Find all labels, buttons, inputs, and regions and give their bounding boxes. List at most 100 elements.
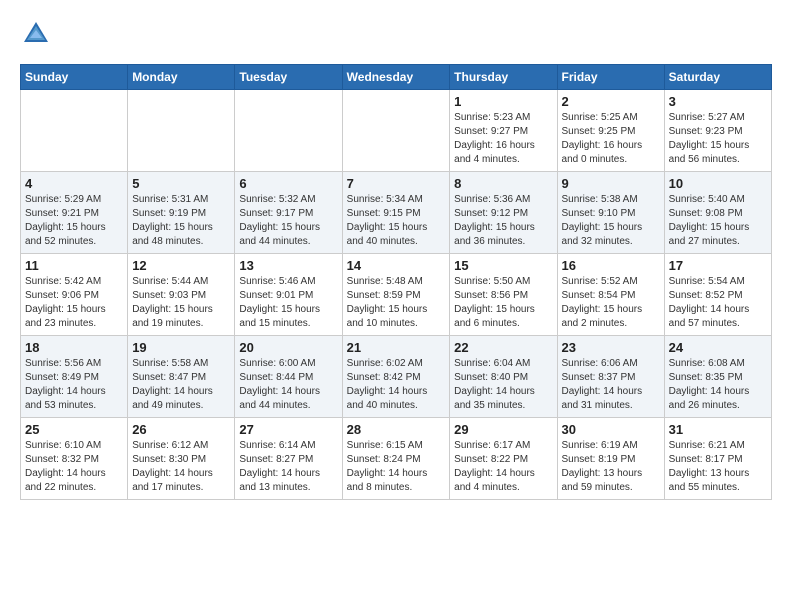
calendar-cell: 5Sunrise: 5:31 AM Sunset: 9:19 PM Daylig…: [128, 172, 235, 254]
day-number: 29: [454, 422, 552, 437]
calendar-week-5: 25Sunrise: 6:10 AM Sunset: 8:32 PM Dayli…: [21, 418, 772, 500]
day-number: 9: [562, 176, 660, 191]
day-number: 27: [239, 422, 337, 437]
day-number: 10: [669, 176, 767, 191]
weekday-header-friday: Friday: [557, 65, 664, 90]
calendar-cell: 9 Sunrise: 5:38 AM Sunset: 9:10 PM Daylig…: [557, 172, 664, 254]
day-number: 24: [669, 340, 767, 355]
day-number: 20: [239, 340, 337, 355]
day-number: 6: [239, 176, 337, 191]
day-info: Sunrise: 6:15 AM Sunset: 8:24 PM Dayligh…: [347, 439, 446, 495]
day-info: Sunrise: 6:12 AM Sunset: 8:30 PM Dayligh…: [132, 439, 230, 495]
day-info: Sunrise: 5:25 AM Sunset: 9:25 PM Dayligh…: [562, 111, 660, 167]
calendar-cell: 11 Sunrise: 5:42 AM Sunset: 9:06 PM Dayli…: [21, 254, 128, 336]
calendar-cell: 31 Sunrise: 6:21 AM Sunset: 8:17 PM Dayli…: [664, 418, 771, 500]
day-number: 16: [562, 258, 660, 273]
logo: [20, 20, 50, 48]
weekday-header-sunday: Sunday: [21, 65, 128, 90]
calendar-cell: [235, 90, 342, 172]
day-number: 26: [132, 422, 230, 437]
day-info: Sunrise: 5:34 AM Sunset: 9:15 PM Dayligh…: [347, 193, 446, 249]
calendar-cell: 27 Sunrise: 6:14 AM Sunset: 8:27 PM Dayli…: [235, 418, 342, 500]
day-info: Sunrise: 5:42 AM Sunset: 9:06 PM Dayligh…: [25, 275, 123, 331]
day-number: 18: [25, 340, 123, 355]
calendar-cell: 2 Sunrise: 5:25 AM Sunset: 9:25 PM Daylig…: [557, 90, 664, 172]
calendar-cell: 1 Sunrise: 5:23 AM Sunset: 9:27 PM Daylig…: [450, 90, 557, 172]
day-info: Sunrise: 5:48 AM Sunset: 8:59 PM Dayligh…: [347, 275, 446, 331]
calendar-cell: 7 Sunrise: 5:34 AM Sunset: 9:15 PM Daylig…: [342, 172, 450, 254]
calendar-cell: 22 Sunrise: 6:04 AM Sunset: 8:40 PM Dayli…: [450, 336, 557, 418]
day-info: Sunrise: 5:29 AM Sunset: 9:21 PM Dayligh…: [25, 193, 123, 249]
day-info: Sunrise: 6:21 AM Sunset: 8:17 PM Dayligh…: [669, 439, 767, 495]
page-header: [20, 20, 772, 48]
day-info: Sunrise: 6:08 AM Sunset: 8:35 PM Dayligh…: [669, 357, 767, 413]
calendar-cell: 25Sunrise: 6:10 AM Sunset: 8:32 PM Dayli…: [21, 418, 128, 500]
day-info: Sunrise: 5:58 AM Sunset: 8:47 PM Dayligh…: [132, 357, 230, 413]
calendar-cell: 3Sunrise: 5:27 AM Sunset: 9:23 PM Daylig…: [664, 90, 771, 172]
day-info: Sunrise: 6:14 AM Sunset: 8:27 PM Dayligh…: [239, 439, 337, 495]
day-info: Sunrise: 5:38 AM Sunset: 9:10 PM Dayligh…: [562, 193, 660, 249]
logo-icon: [22, 20, 50, 48]
day-number: 14: [347, 258, 446, 273]
calendar-cell: [342, 90, 450, 172]
weekday-header-monday: Monday: [128, 65, 235, 90]
calendar-cell: 24 Sunrise: 6:08 AM Sunset: 8:35 PM Dayli…: [664, 336, 771, 418]
calendar-header-row: SundayMondayTuesdayWednesdayThursdayFrid…: [21, 65, 772, 90]
day-number: 13: [239, 258, 337, 273]
day-number: 15: [454, 258, 552, 273]
calendar-cell: 23Sunrise: 6:06 AM Sunset: 8:37 PM Dayli…: [557, 336, 664, 418]
day-info: Sunrise: 5:44 AM Sunset: 9:03 PM Dayligh…: [132, 275, 230, 331]
calendar-cell: 18 Sunrise: 5:56 AM Sunset: 8:49 PM Dayli…: [21, 336, 128, 418]
day-info: Sunrise: 5:40 AM Sunset: 9:08 PM Dayligh…: [669, 193, 767, 249]
day-number: 11: [25, 258, 123, 273]
day-info: Sunrise: 6:00 AM Sunset: 8:44 PM Dayligh…: [239, 357, 337, 413]
calendar-cell: 21Sunrise: 6:02 AM Sunset: 8:42 PM Dayli…: [342, 336, 450, 418]
day-info: Sunrise: 5:56 AM Sunset: 8:49 PM Dayligh…: [25, 357, 123, 413]
calendar-week-4: 18 Sunrise: 5:56 AM Sunset: 8:49 PM Dayli…: [21, 336, 772, 418]
day-info: Sunrise: 6:04 AM Sunset: 8:40 PM Dayligh…: [454, 357, 552, 413]
calendar-cell: 14 Sunrise: 5:48 AM Sunset: 8:59 PM Dayli…: [342, 254, 450, 336]
calendar-cell: 20 Sunrise: 6:00 AM Sunset: 8:44 PM Dayli…: [235, 336, 342, 418]
calendar-cell: [128, 90, 235, 172]
day-info: Sunrise: 6:17 AM Sunset: 8:22 PM Dayligh…: [454, 439, 552, 495]
day-number: 19: [132, 340, 230, 355]
day-info: Sunrise: 5:36 AM Sunset: 9:12 PM Dayligh…: [454, 193, 552, 249]
calendar-cell: 6Sunrise: 5:32 AM Sunset: 9:17 PM Daylig…: [235, 172, 342, 254]
day-number: 31: [669, 422, 767, 437]
day-info: Sunrise: 5:23 AM Sunset: 9:27 PM Dayligh…: [454, 111, 552, 167]
day-number: 3: [669, 94, 767, 109]
day-number: 17: [669, 258, 767, 273]
calendar-cell: 29 Sunrise: 6:17 AM Sunset: 8:22 PM Dayli…: [450, 418, 557, 500]
calendar-cell: 17Sunrise: 5:54 AM Sunset: 8:52 PM Dayli…: [664, 254, 771, 336]
calendar-cell: 16 Sunrise: 5:52 AM Sunset: 8:54 PM Dayli…: [557, 254, 664, 336]
weekday-header-tuesday: Tuesday: [235, 65, 342, 90]
calendar-cell: 26 Sunrise: 6:12 AM Sunset: 8:30 PM Dayli…: [128, 418, 235, 500]
weekday-header-saturday: Saturday: [664, 65, 771, 90]
day-number: 1: [454, 94, 552, 109]
day-info: Sunrise: 5:50 AM Sunset: 8:56 PM Dayligh…: [454, 275, 552, 331]
weekday-header-thursday: Thursday: [450, 65, 557, 90]
day-info: Sunrise: 6:10 AM Sunset: 8:32 PM Dayligh…: [25, 439, 123, 495]
day-number: 28: [347, 422, 446, 437]
day-number: 12: [132, 258, 230, 273]
calendar-table: SundayMondayTuesdayWednesdayThursdayFrid…: [20, 64, 772, 500]
day-number: 8: [454, 176, 552, 191]
calendar-cell: 12 Sunrise: 5:44 AM Sunset: 9:03 PM Dayli…: [128, 254, 235, 336]
day-info: Sunrise: 6:19 AM Sunset: 8:19 PM Dayligh…: [562, 439, 660, 495]
calendar-week-1: 1 Sunrise: 5:23 AM Sunset: 9:27 PM Daylig…: [21, 90, 772, 172]
day-number: 23: [562, 340, 660, 355]
weekday-header-wednesday: Wednesday: [342, 65, 450, 90]
calendar-cell: 28 Sunrise: 6:15 AM Sunset: 8:24 PM Dayli…: [342, 418, 450, 500]
calendar-cell: 8 Sunrise: 5:36 AM Sunset: 9:12 PM Daylig…: [450, 172, 557, 254]
day-info: Sunrise: 5:52 AM Sunset: 8:54 PM Dayligh…: [562, 275, 660, 331]
day-number: 30: [562, 422, 660, 437]
day-number: 2: [562, 94, 660, 109]
calendar-cell: 19 Sunrise: 5:58 AM Sunset: 8:47 PM Dayli…: [128, 336, 235, 418]
calendar-week-2: 4Sunrise: 5:29 AM Sunset: 9:21 PM Daylig…: [21, 172, 772, 254]
day-number: 5: [132, 176, 230, 191]
day-number: 7: [347, 176, 446, 191]
calendar-cell: 10 Sunrise: 5:40 AM Sunset: 9:08 PM Dayli…: [664, 172, 771, 254]
day-number: 22: [454, 340, 552, 355]
calendar-cell: 30 Sunrise: 6:19 AM Sunset: 8:19 PM Dayli…: [557, 418, 664, 500]
calendar-cell: 13Sunrise: 5:46 AM Sunset: 9:01 PM Dayli…: [235, 254, 342, 336]
